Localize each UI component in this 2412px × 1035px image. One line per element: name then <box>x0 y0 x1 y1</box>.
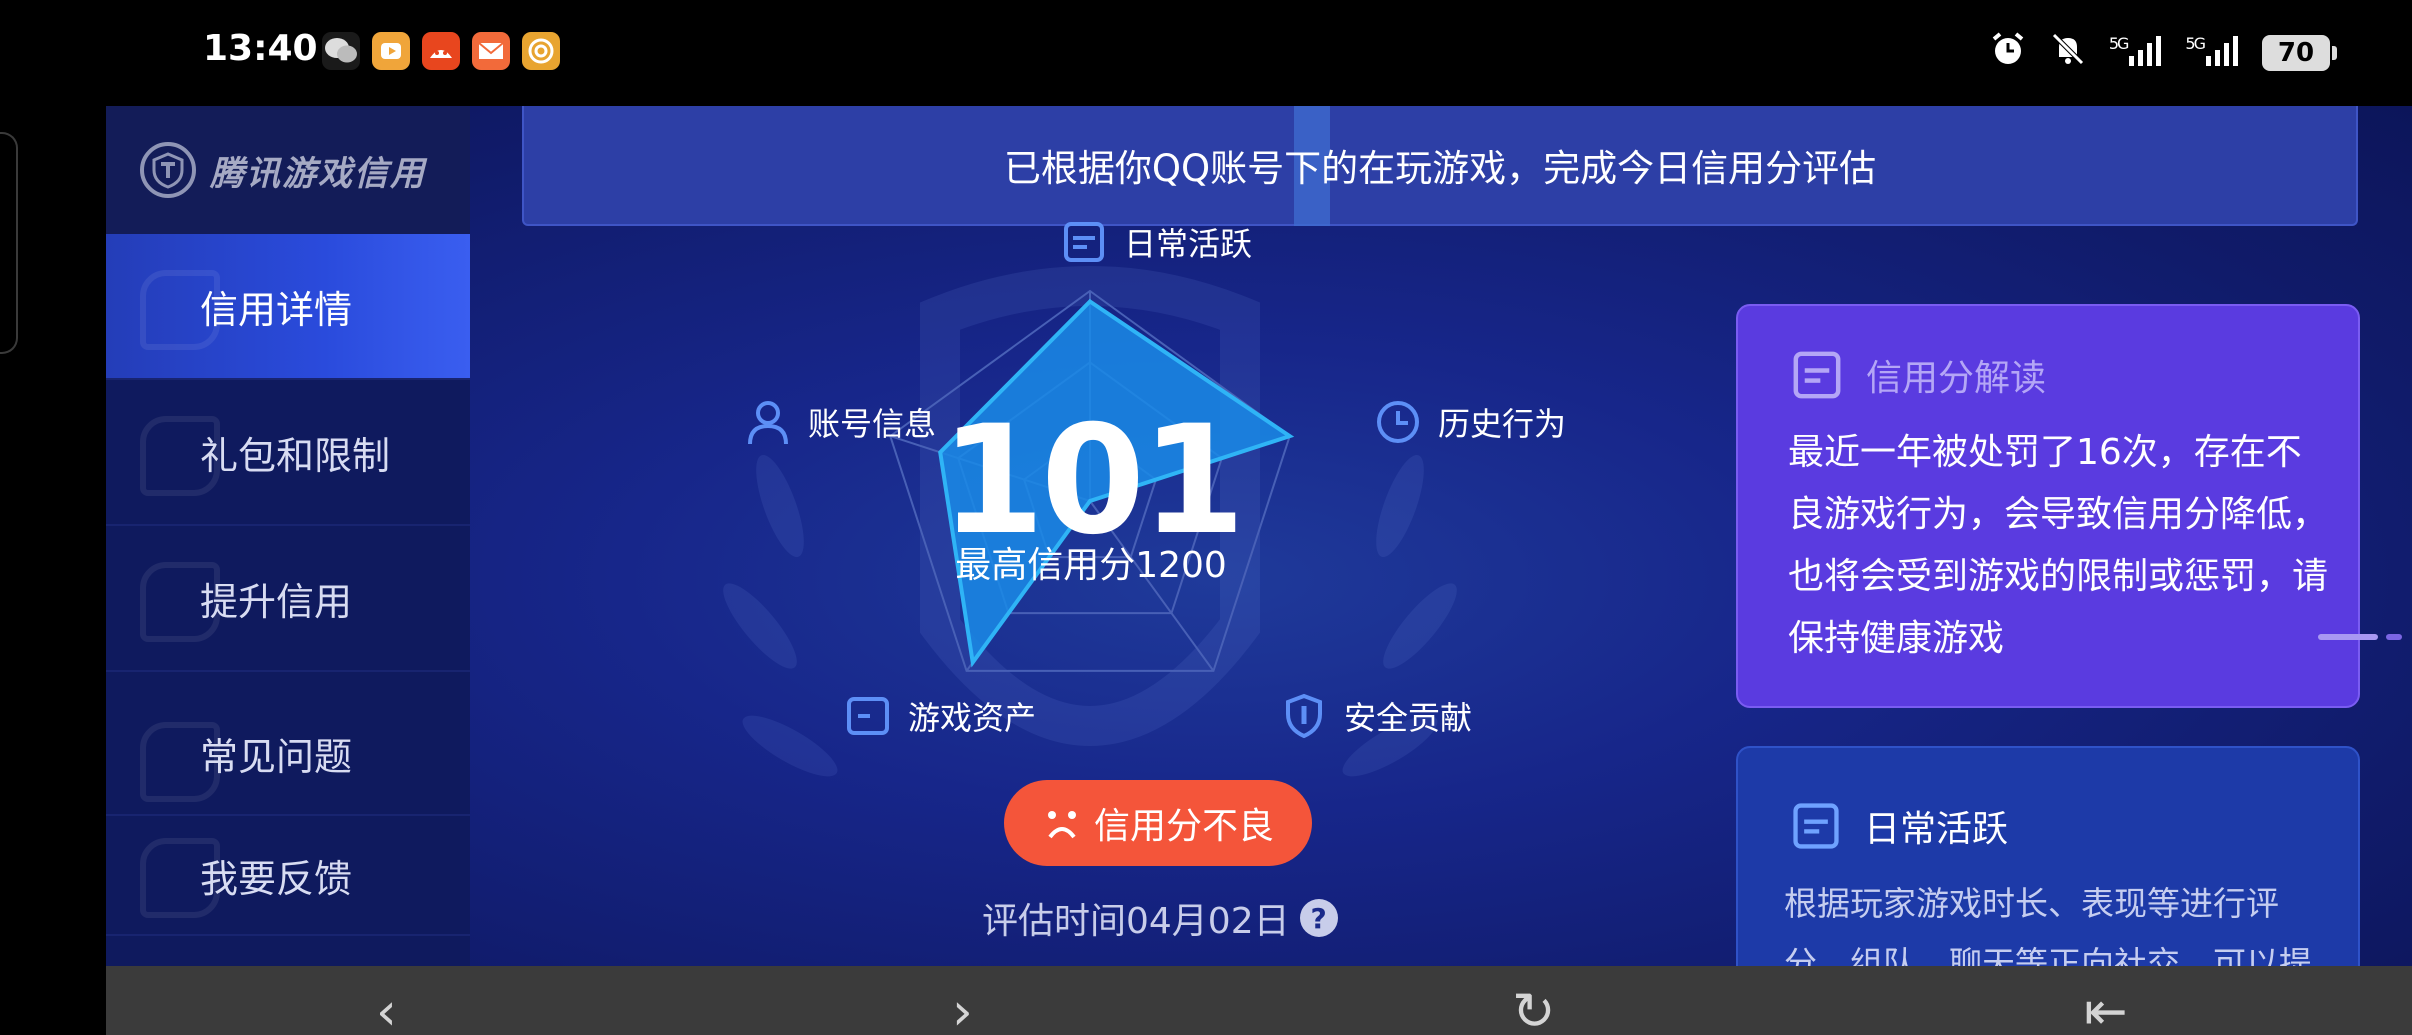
mail-app-icon <box>472 32 510 70</box>
sidebar-item-credit-details[interactable]: 信用详情 <box>106 234 470 380</box>
status-indicators: 5G 5G 70 <box>1989 30 2337 76</box>
card-title: 日常活跃 <box>1864 809 2009 850</box>
wechat-icon <box>322 32 360 70</box>
card-header: 信用分解读 <box>1738 306 2358 404</box>
credit-app: 腾讯游戏信用 信用详情 礼包和限制 提升信用 常见问题 我要反馈 已根据你QQ账… <box>106 106 2412 966</box>
sidebar-item-label: 礼包和限制 <box>200 433 391 478</box>
dimension-history-behavior[interactable]: 历史行为 <box>1372 396 1566 448</box>
interpretation-card: 信用分解读 最近一年被处罚了16次，存在不良游戏行为，会导致信用分降低，也将会受… <box>1736 304 2402 708</box>
alarm-icon <box>1989 30 2027 76</box>
video-app-icon <box>372 32 410 70</box>
notification-app-icons <box>322 32 560 70</box>
dimension-label: 游戏资产 <box>908 699 1037 737</box>
dimension-label: 日常活跃 <box>1124 225 1253 263</box>
sad-face-icon <box>1047 811 1076 839</box>
evaluation-time: 评估时间04月02日 ? <box>982 892 1338 944</box>
taobao-icon <box>422 32 460 70</box>
sidebar-item-faq[interactable]: 常见问题 <box>106 672 470 816</box>
sidebar-item-gifts-limits[interactable]: 礼包和限制 <box>106 380 470 526</box>
status-label: 信用分不良 <box>1093 806 1274 847</box>
exit-icon[interactable]: ⇤ <box>2084 986 2128 1035</box>
back-icon[interactable]: ‹ <box>376 986 397 1035</box>
sidebar-item-label: 我要反馈 <box>200 856 353 901</box>
card-body: 最近一年被处罚了16次，存在不良游戏行为，会导致信用分降低，也将会受到游戏的限制… <box>1788 432 2329 659</box>
refresh-icon[interactable]: ↻ <box>1512 986 1556 1035</box>
sidebar-item-label: 提升信用 <box>200 579 353 624</box>
credit-status-button[interactable]: 信用分不良 <box>1004 780 1312 866</box>
carousel-indicator-active <box>2318 634 2378 640</box>
signal-label-1: 5G <box>2108 33 2130 53</box>
help-icon[interactable]: ? <box>1299 899 1338 937</box>
document-icon <box>1793 803 1839 849</box>
sidebar-item-label: 常见问题 <box>200 734 353 779</box>
edge-panel-handle[interactable] <box>0 132 18 354</box>
clock-icon <box>1377 401 1419 443</box>
logo-text: 腾讯游戏信用 <box>210 153 426 194</box>
signal-indicator-1: 5G <box>2109 34 2164 73</box>
dimension-account-info[interactable]: 账号信息 <box>742 396 936 448</box>
credit-score: 101 <box>940 394 1245 568</box>
shield-icon <box>1286 693 1322 739</box>
dimension-game-assets[interactable]: 游戏资产 <box>842 690 1036 742</box>
sidebar-item-label: 信用详情 <box>200 287 353 332</box>
main-content: 已根据你QQ账号下的在玩游戏，完成今日信用分评估 日常活跃 历史行为 安全贡献 … <box>470 106 2412 966</box>
target-app-icon <box>522 32 560 70</box>
user-icon <box>748 401 788 445</box>
battery-indicator: 70 <box>2262 35 2337 71</box>
dimension-label: 安全贡献 <box>1344 699 1473 737</box>
status-time: 13:40 <box>203 28 318 69</box>
dimension-security-contribution[interactable]: 安全贡献 <box>1278 690 1472 742</box>
sidebar: 腾讯游戏信用 信用详情 礼包和限制 提升信用 常见问题 我要反馈 <box>106 106 470 966</box>
app-logo: 腾讯游戏信用 <box>106 106 470 234</box>
evaluation-banner: 已根据你QQ账号下的在玩游戏，完成今日信用分评估 <box>522 106 2358 226</box>
wallet-icon <box>847 697 889 735</box>
card-body: 根据玩家游戏时长、表现等进行评分。组队、聊天等正向社交，可以提升信用分。严 <box>1784 884 2312 966</box>
dimension-label: 历史行为 <box>1438 405 1567 443</box>
card-title: 信用分解读 <box>1866 358 2047 399</box>
forward-icon[interactable]: › <box>952 986 973 1035</box>
mute-icon <box>2049 30 2087 76</box>
sidebar-item-improve-credit[interactable]: 提升信用 <box>106 526 470 672</box>
document-icon <box>1064 222 1104 262</box>
status-bar: 13:40 5G 5G 70 <box>0 0 2412 106</box>
card-header: 日常活跃 <box>1738 748 2358 854</box>
signal-label-2: 5G <box>2185 33 2206 53</box>
browser-bottom-bar: ‹ › ↻ ⇤ <box>106 966 2412 1035</box>
document-icon <box>1793 351 1841 399</box>
dimension-daily-active[interactable]: 日常活跃 <box>1058 216 1252 268</box>
sidebar-item-feedback[interactable]: 我要反馈 <box>106 816 470 936</box>
max-score-label: 最高信用分1200 <box>955 545 1227 586</box>
shield-logo-icon <box>140 142 196 198</box>
carousel-indicator <box>2386 634 2402 640</box>
banner-text: 已根据你QQ账号下的在玩游戏，完成今日信用分评估 <box>1003 147 1877 190</box>
evaluation-time-label: 评估时间04月02日 <box>982 901 1290 942</box>
signal-indicator-2: 5G <box>2185 34 2240 73</box>
daily-active-card: 日常活跃 根据玩家游戏时长、表现等进行评分。组队、聊天等正向社交，可以提升信用分… <box>1736 746 2360 966</box>
